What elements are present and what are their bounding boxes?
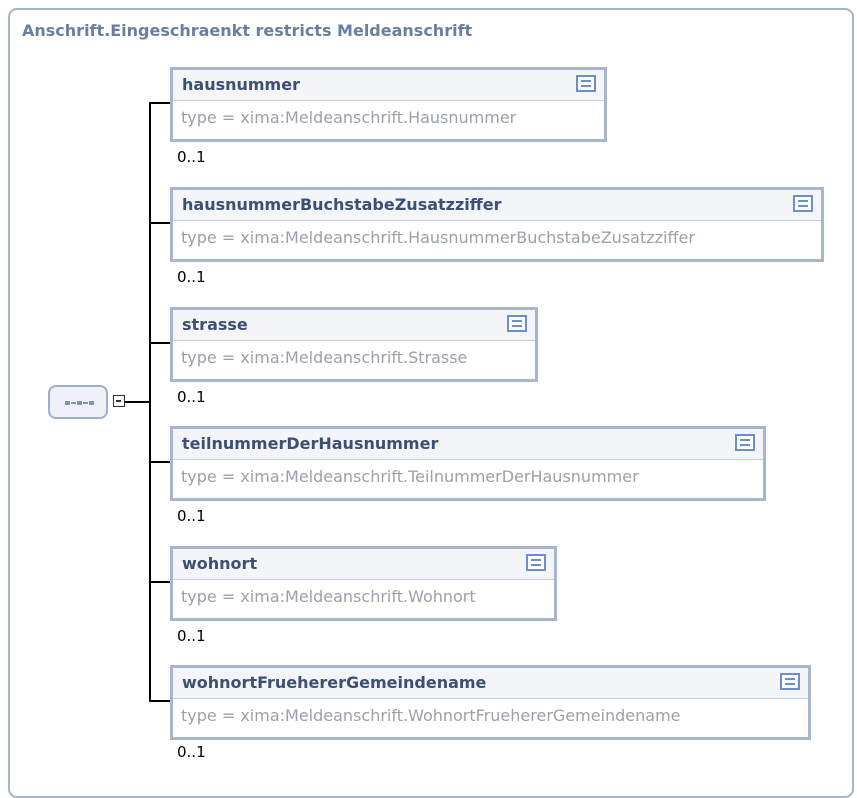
cardinality: 0..1 [177, 148, 206, 166]
element-name: wohnortFruehererGemeindename [182, 673, 487, 692]
element-header: wohnort [173, 549, 554, 580]
element-header: strasse [173, 310, 535, 341]
element-name: teilnummerDerHausnummer [182, 434, 439, 453]
cardinality: 0..1 [177, 388, 206, 406]
element-type: type = xima:Meldeanschrift.Strasse [181, 348, 468, 367]
connector-branch [149, 222, 170, 224]
element-box[interactable]: strasse type = xima:Meldeanschrift.Stras… [170, 307, 538, 382]
element-box[interactable]: wohnort type = xima:Meldeanschrift.Wohno… [170, 546, 557, 621]
cardinality: 0..1 [177, 627, 206, 645]
cardinality: 0..1 [177, 507, 206, 525]
element-name: hausnummer [182, 75, 300, 94]
element-header: wohnortFruehererGemeindename [173, 668, 808, 699]
diagram-title: Anschrift.Eingeschraenkt restricts Melde… [22, 21, 473, 40]
documentation-icon[interactable] [793, 195, 813, 212]
connector-branch [149, 461, 170, 463]
element-header: hausnummer [173, 70, 604, 101]
connector-branch [149, 342, 170, 344]
element-type: type = xima:Meldeanschrift.Wohnort [181, 587, 476, 606]
element-type: type = xima:Meldeanschrift.WohnortFruehe… [181, 706, 681, 725]
sequence-icon [65, 401, 70, 405]
element-box[interactable]: hausnummer type = xima:Meldeanschrift.Ha… [170, 67, 607, 142]
connector-root [125, 401, 150, 403]
documentation-icon[interactable] [735, 434, 755, 451]
element-type: type = xima:Meldeanschrift.Hausnummer [181, 108, 517, 127]
sequence-compositor[interactable] [48, 385, 108, 419]
element-name: strasse [182, 315, 248, 334]
element-name: wohnort [182, 554, 258, 573]
connector-branch [149, 581, 170, 583]
connector-branch [149, 700, 170, 702]
element-type: type = xima:Meldeanschrift.HausnummerBuc… [181, 228, 695, 247]
element-box[interactable]: hausnummerBuchstabeZusatzziffer type = x… [170, 187, 824, 262]
element-header: teilnummerDerHausnummer [173, 429, 763, 460]
cardinality: 0..1 [177, 743, 206, 761]
documentation-icon[interactable] [507, 315, 527, 332]
element-box[interactable]: teilnummerDerHausnummer type = xima:Meld… [170, 426, 766, 501]
documentation-icon[interactable] [576, 75, 596, 92]
collapse-minus-icon[interactable] [113, 395, 125, 407]
element-name: hausnummerBuchstabeZusatzziffer [182, 195, 502, 214]
element-type: type = xima:Meldeanschrift.TeilnummerDer… [181, 467, 639, 486]
documentation-icon[interactable] [526, 554, 546, 571]
element-box[interactable]: wohnortFruehererGemeindename type = xima… [170, 665, 811, 740]
element-header: hausnummerBuchstabeZusatzziffer [173, 190, 821, 221]
documentation-icon[interactable] [780, 673, 800, 690]
connector-branch [149, 102, 170, 104]
cardinality: 0..1 [177, 268, 206, 286]
